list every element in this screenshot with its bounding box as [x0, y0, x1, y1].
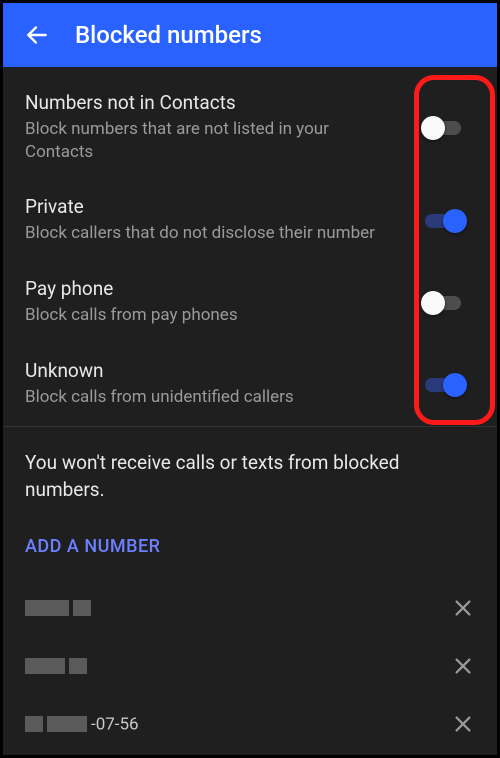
blocked-number-row [3, 579, 497, 637]
row-pay-phone[interactable]: Pay phone Block calls from pay phones [3, 262, 497, 344]
close-icon [452, 713, 474, 735]
blocked-number-label [25, 598, 441, 619]
add-number-button[interactable]: ADD A NUMBER [3, 510, 497, 579]
back-button[interactable] [17, 15, 57, 55]
row-numbers-not-in-contacts[interactable]: Numbers not in Contacts Block numbers th… [3, 77, 497, 180]
arrow-left-icon [24, 22, 50, 48]
remove-number-button[interactable] [441, 644, 485, 688]
row-text: Private Block callers that do not disclo… [25, 195, 475, 245]
row-unknown[interactable]: Unknown Block calls from unidentified ca… [3, 344, 497, 426]
toggle-pay-phone[interactable] [425, 291, 469, 315]
row-private[interactable]: Private Block callers that do not disclo… [3, 180, 497, 262]
blocked-number-row: -07-56 [3, 695, 497, 753]
blocked-number-label: -07-56 [25, 714, 441, 735]
remove-number-button[interactable] [441, 702, 485, 746]
row-subtitle: Block calls from unidentified callers [25, 386, 385, 409]
number-suffix: -07-56 [91, 714, 139, 734]
redacted-segment [25, 600, 69, 616]
settings-list: Numbers not in Contacts Block numbers th… [3, 67, 497, 426]
close-icon [452, 597, 474, 619]
row-title: Pay phone [25, 277, 385, 300]
row-text: Pay phone Block calls from pay phones [25, 277, 475, 327]
row-text: Unknown Block calls from unidentified ca… [25, 359, 475, 409]
row-title: Private [25, 195, 385, 218]
page-title: Blocked numbers [75, 21, 262, 49]
toggle-private[interactable] [425, 209, 469, 233]
app-bar: Blocked numbers [3, 3, 497, 67]
remove-number-button[interactable] [441, 586, 485, 630]
row-title: Unknown [25, 359, 385, 382]
screen: Blocked numbers Numbers not in Contacts … [0, 0, 500, 758]
row-subtitle: Block calls from pay phones [25, 304, 385, 327]
redacted-segment [47, 716, 87, 732]
blocked-number-label [25, 656, 441, 677]
redacted-segment [73, 600, 91, 616]
row-subtitle: Block callers that do not disclose their… [25, 222, 385, 245]
blocked-number-row [3, 637, 497, 695]
redacted-segment [25, 658, 65, 674]
info-text: You won't receive calls or texts from bl… [3, 427, 497, 510]
row-text: Numbers not in Contacts Block numbers th… [25, 91, 475, 164]
toggle-numbers-not-in-contacts[interactable] [425, 116, 469, 140]
row-title: Numbers not in Contacts [25, 91, 385, 114]
close-icon [452, 655, 474, 677]
toggle-unknown[interactable] [425, 373, 469, 397]
row-subtitle: Block numbers that are not listed in you… [25, 118, 385, 164]
redacted-segment [69, 658, 87, 674]
redacted-segment [25, 716, 43, 732]
